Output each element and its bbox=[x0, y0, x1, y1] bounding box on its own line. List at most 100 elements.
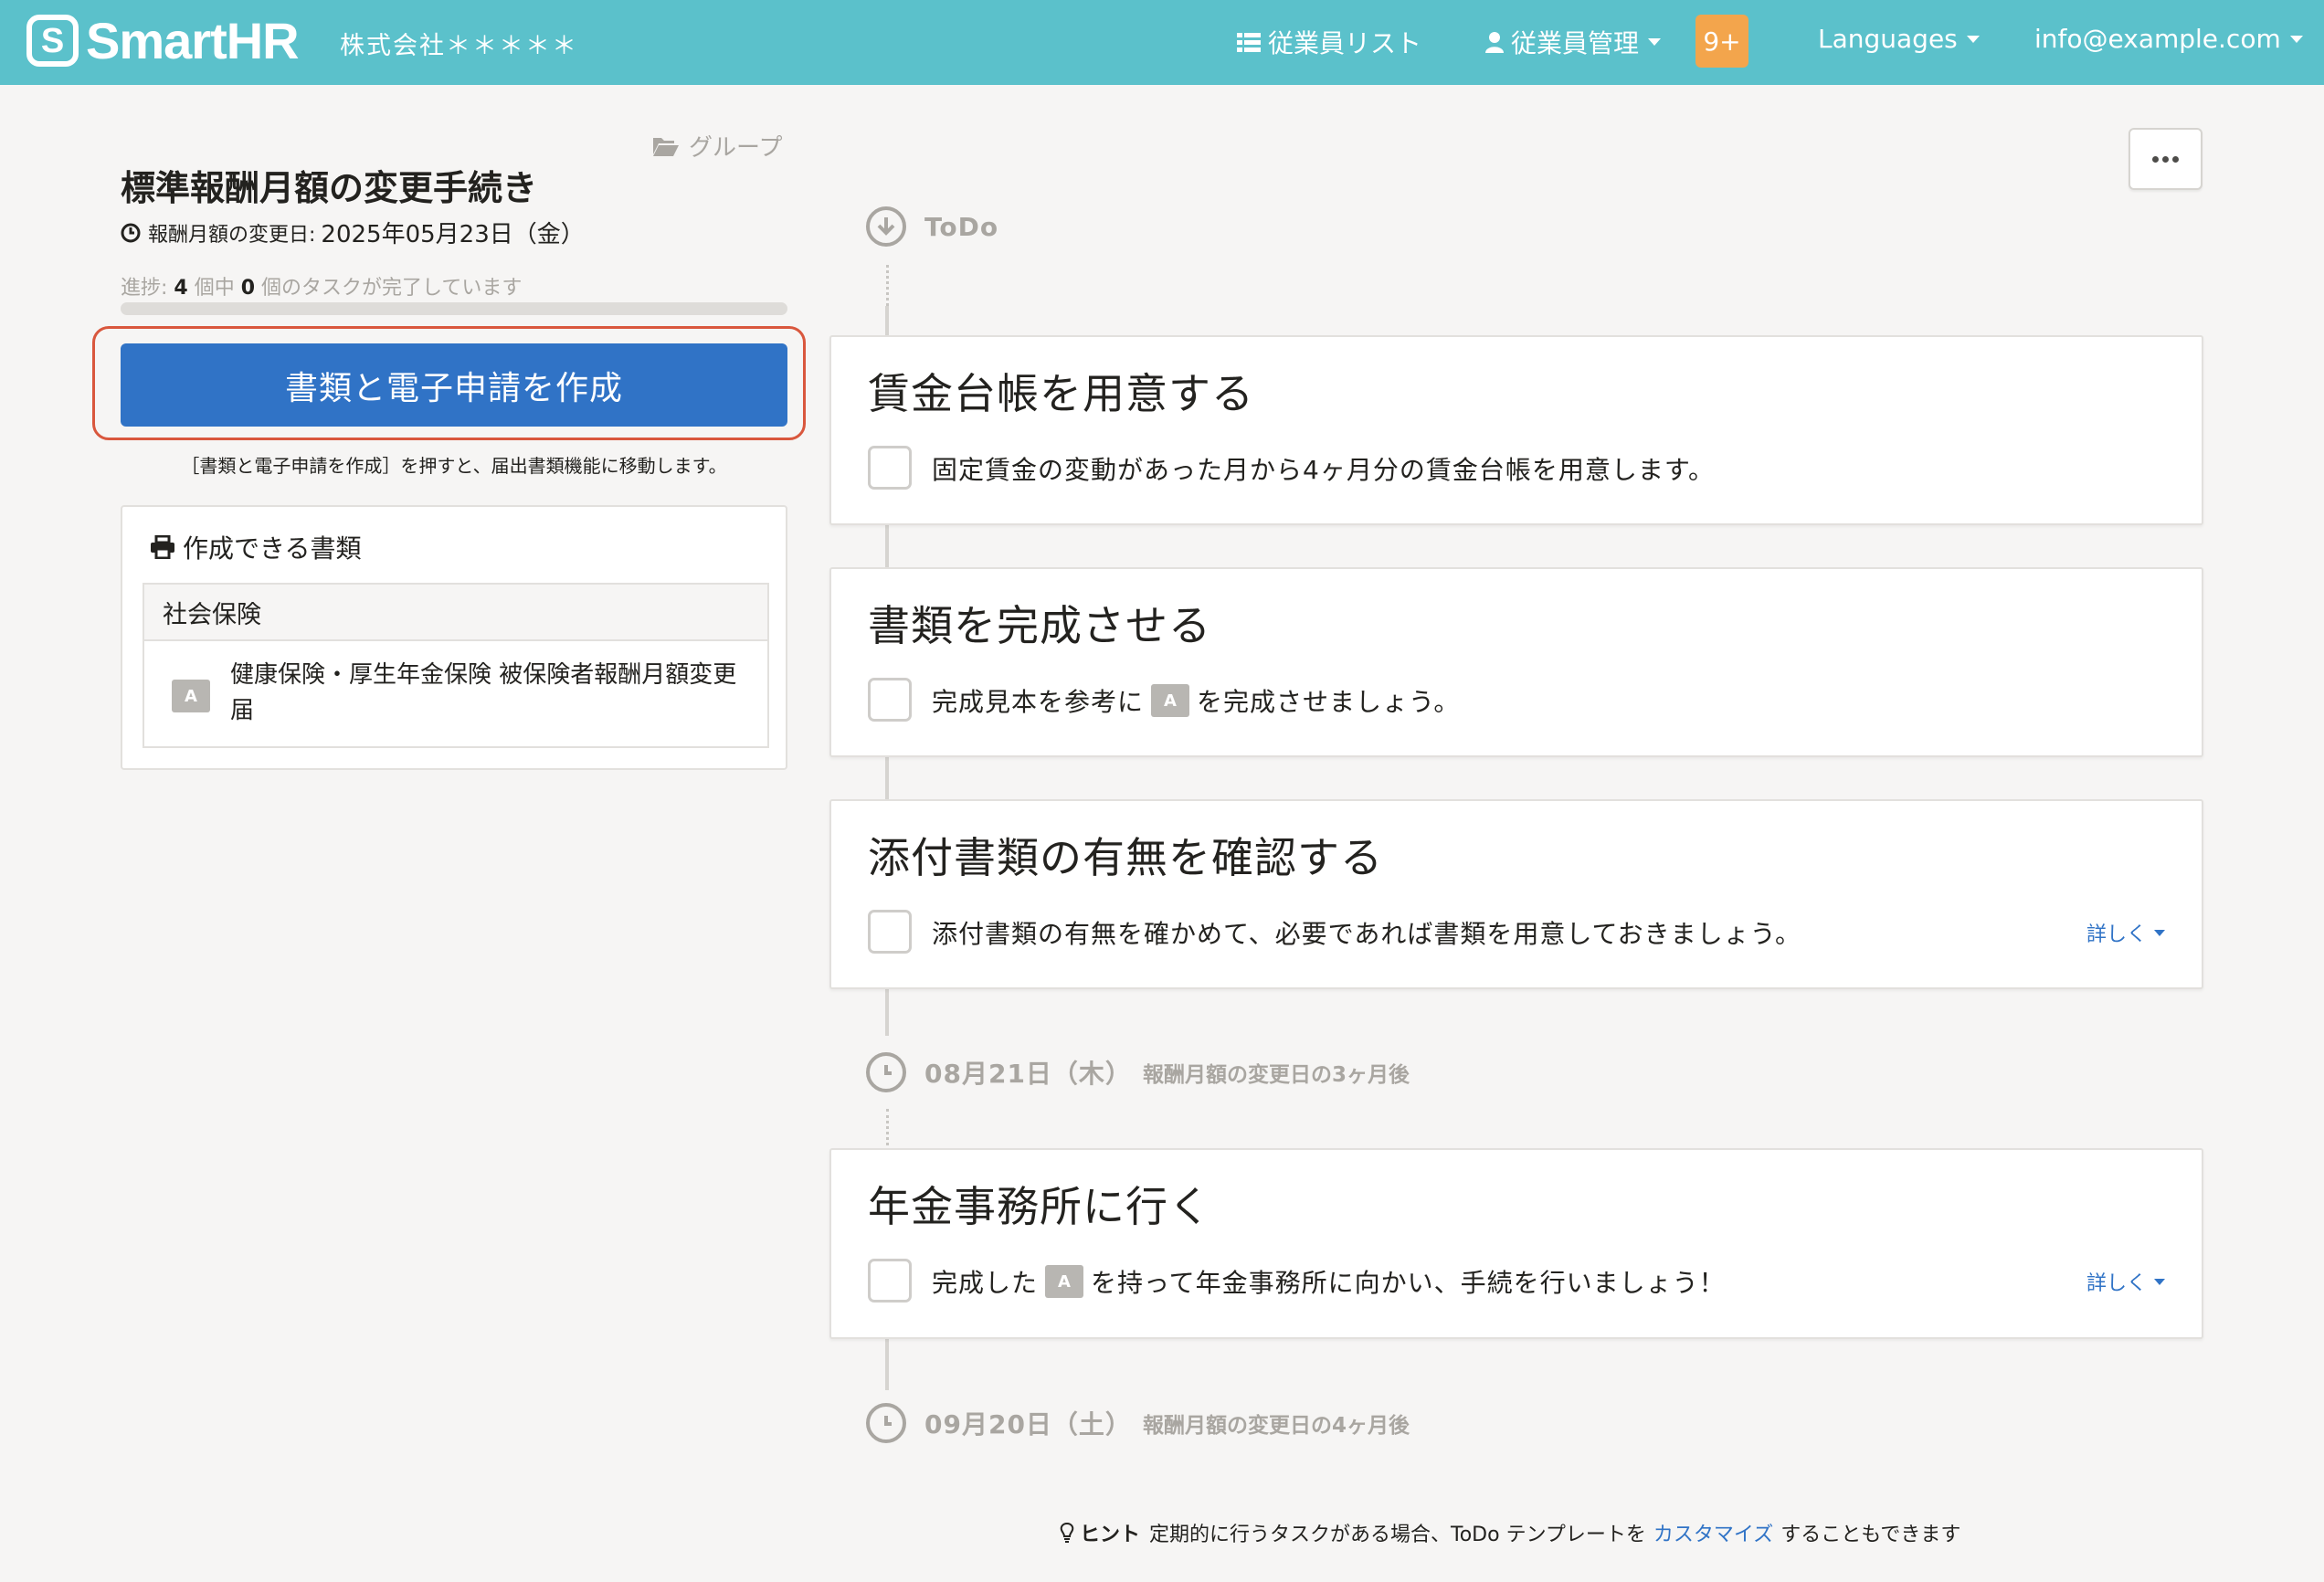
hint-text-before: 定期的に行うタスクがある場合、ToDo テンプレートを bbox=[1149, 1524, 1646, 1546]
list-icon bbox=[1237, 33, 1261, 52]
task-checkbox[interactable] bbox=[868, 910, 912, 954]
task-description-text: 固定賃金の変動があった月から4ヶ月分の賃金台帳を用意します。 bbox=[932, 455, 1716, 485]
nav-employee-list[interactable]: 従業員リスト bbox=[1237, 24, 1421, 60]
progress-total: 4 bbox=[174, 277, 188, 300]
arrow-down-circle-icon bbox=[866, 206, 906, 247]
lightbulb-icon bbox=[1060, 1522, 1074, 1543]
document-item[interactable]: A 健康保険・厚生年金保険 被保険者報酬月額変更届 bbox=[144, 641, 767, 729]
task-description: 完成した A を持って年金事務所に向かい、手続を行いましょう！ bbox=[932, 1263, 1726, 1300]
chevron-down-icon bbox=[2154, 1278, 2165, 1285]
chevron-down-icon bbox=[2289, 35, 2303, 43]
details-label: 詳しく bbox=[2086, 1272, 2147, 1295]
group-link-label: グループ bbox=[689, 134, 783, 162]
details-label: 詳しく bbox=[2086, 923, 2147, 946]
logo-text: SmartHR bbox=[86, 11, 300, 69]
task-description: 固定賃金の変動があった月から4ヶ月分の賃金台帳を用意します。 bbox=[932, 450, 1715, 487]
nav-languages-label: Languages bbox=[1818, 24, 1958, 54]
logo-mark: S bbox=[26, 15, 79, 67]
printer-icon bbox=[151, 535, 174, 559]
details-toggle[interactable]: 詳しく bbox=[2086, 918, 2165, 947]
hint: ヒント 定期的に行うタスクがある場合、ToDo テンプレートを カスタマイズ す… bbox=[1060, 1518, 1960, 1547]
progress-bar bbox=[121, 302, 787, 315]
docs-group-head: 社会保険 bbox=[144, 585, 767, 641]
chevron-down-icon bbox=[1648, 38, 1662, 46]
nav-account[interactable]: info@example.com bbox=[2034, 24, 2303, 54]
task-description-before: 完成した bbox=[932, 1268, 1039, 1298]
timeline-line bbox=[885, 757, 889, 799]
company-name: 株式会社＊＊＊＊＊ bbox=[340, 32, 578, 60]
docs-group: 社会保険 A 健康保険・厚生年金保険 被保険者報酬月額変更届 bbox=[143, 583, 769, 748]
task-title: 添付書類の有無を確認する bbox=[868, 833, 1383, 882]
nav-employee-manage[interactable]: 従業員管理 bbox=[1485, 24, 1662, 60]
notifications-badge[interactable]: 9+ bbox=[1695, 15, 1748, 68]
task-card: 添付書類の有無を確認する 添付書類の有無を確かめて、必要であれば書類を用意してお… bbox=[829, 799, 2203, 989]
task-description-before: 完成見本を参考に bbox=[932, 687, 1145, 717]
more-options-button[interactable] bbox=[2129, 128, 2203, 190]
task-checkbox[interactable] bbox=[868, 1259, 912, 1303]
group-link[interactable]: グループ bbox=[652, 129, 782, 163]
timeline-date-label: 08月21日（木） 報酬月額の変更日の3ヶ月後 bbox=[866, 1052, 1410, 1092]
more-dot-icon bbox=[2172, 155, 2179, 163]
progress-suffix: 個のタスクが完了しています bbox=[255, 277, 523, 300]
details-toggle[interactable]: 詳しく bbox=[2086, 1267, 2165, 1296]
timeline-dotted-line bbox=[886, 1109, 889, 1145]
nav-employee-manage-label: 従業員管理 bbox=[1511, 28, 1640, 58]
task-checkbox[interactable] bbox=[868, 446, 912, 490]
change-date-label: 報酬月額の変更日: bbox=[148, 223, 316, 247]
clock-icon bbox=[866, 1403, 906, 1443]
task-card: 年金事務所に行く 完成した A を持って年金事務所に向かい、手続を行いましょう！… bbox=[829, 1148, 2203, 1339]
timeline-line bbox=[885, 989, 889, 1036]
clock-icon bbox=[121, 223, 141, 242]
change-date-value: 2025年05月23日（金） bbox=[321, 221, 585, 248]
document-name: 健康保険・厚生年金保険 被保険者報酬月額変更届 bbox=[230, 661, 737, 724]
task-title: 賃金台帳を用意する bbox=[868, 369, 1254, 418]
date-main: 08月21日（木） bbox=[924, 1059, 1132, 1089]
top-header: S SmartHR 株式会社＊＊＊＊＊ 従業員リスト 従業員管理 9+ Lang… bbox=[0, 0, 2324, 85]
date-sub: 報酬月額の変更日の3ヶ月後 bbox=[1142, 1063, 1410, 1087]
nav-account-label: info@example.com bbox=[2034, 24, 2281, 54]
task-description-text: 添付書類の有無を確かめて、必要であれば書類を用意しておきましょう。 bbox=[932, 919, 1801, 949]
document-chip[interactable]: A bbox=[1151, 684, 1190, 717]
hint-text-after: することもできます bbox=[1780, 1524, 1961, 1546]
timeline-todo-label: ToDo bbox=[866, 206, 998, 247]
task-description: 完成見本を参考に A を完成させましょう。 bbox=[932, 682, 1460, 719]
document-chip[interactable]: A bbox=[1045, 1265, 1084, 1298]
timeline-date-label: 09月20日（土） 報酬月額の変更日の4ヶ月後 bbox=[866, 1403, 1410, 1443]
date-main: 09月20日（土） bbox=[924, 1409, 1132, 1440]
clock-icon bbox=[866, 1052, 906, 1092]
task-description-after: を持って年金事務所に向かい、手続を行いましょう！ bbox=[1091, 1268, 1726, 1298]
smarthr-logo[interactable]: S SmartHR bbox=[26, 11, 300, 69]
customize-link[interactable]: カスタマイズ bbox=[1653, 1518, 1773, 1547]
task-title: 年金事務所に行く bbox=[868, 1182, 1211, 1231]
more-dot-icon bbox=[2152, 155, 2159, 163]
folder-open-icon bbox=[653, 137, 679, 156]
task-checkbox[interactable] bbox=[868, 678, 912, 722]
task-title: 書類を完成させる bbox=[868, 601, 1211, 650]
timeline-line bbox=[885, 525, 889, 567]
todo-label: ToDo bbox=[924, 211, 999, 242]
more-dot-icon bbox=[2162, 155, 2169, 163]
progress-mid: 個中 bbox=[187, 277, 241, 300]
create-button-note: ［書類と電子申請を作成］を押すと、届出書類機能に移動します。 bbox=[181, 455, 727, 477]
document-badge: A bbox=[172, 680, 210, 712]
create-documents-button[interactable]: 書類と電子申請を作成 bbox=[121, 343, 787, 427]
available-documents-panel: 作成できる書類 社会保険 A 健康保険・厚生年金保険 被保険者報酬月額変更届 bbox=[121, 505, 787, 770]
user-icon bbox=[1485, 32, 1504, 53]
timeline-dotted-line bbox=[886, 265, 889, 306]
task-description: 添付書類の有無を確かめて、必要であれば書類を用意しておきましょう。 bbox=[932, 914, 1801, 951]
docs-heading: 作成できる書類 bbox=[150, 529, 361, 565]
chevron-down-icon bbox=[1966, 35, 1980, 43]
nav-languages[interactable]: Languages bbox=[1818, 24, 1980, 54]
task-card: 賃金台帳を用意する 固定賃金の変動があった月から4ヶ月分の賃金台帳を用意します。 bbox=[829, 335, 2203, 525]
task-description-after: を完成させましょう。 bbox=[1197, 687, 1461, 717]
timeline-line bbox=[885, 306, 889, 335]
docs-heading-label: 作成できる書類 bbox=[183, 533, 362, 564]
progress-prefix: 進捗: bbox=[121, 277, 174, 300]
task-card: 書類を完成させる 完成見本を参考に A を完成させましょう。 bbox=[829, 567, 2203, 757]
progress-done: 0 bbox=[240, 277, 256, 300]
change-date: 報酬月額の変更日: 2025年05月23日（金） bbox=[121, 216, 585, 249]
timeline-line bbox=[885, 1339, 889, 1390]
page-title: 標準報酬月額の変更手続き bbox=[121, 168, 538, 208]
progress-text: 進捗: 4 個中 0 個のタスクが完了しています bbox=[121, 271, 522, 301]
nav-employee-list-label: 従業員リスト bbox=[1268, 28, 1422, 58]
